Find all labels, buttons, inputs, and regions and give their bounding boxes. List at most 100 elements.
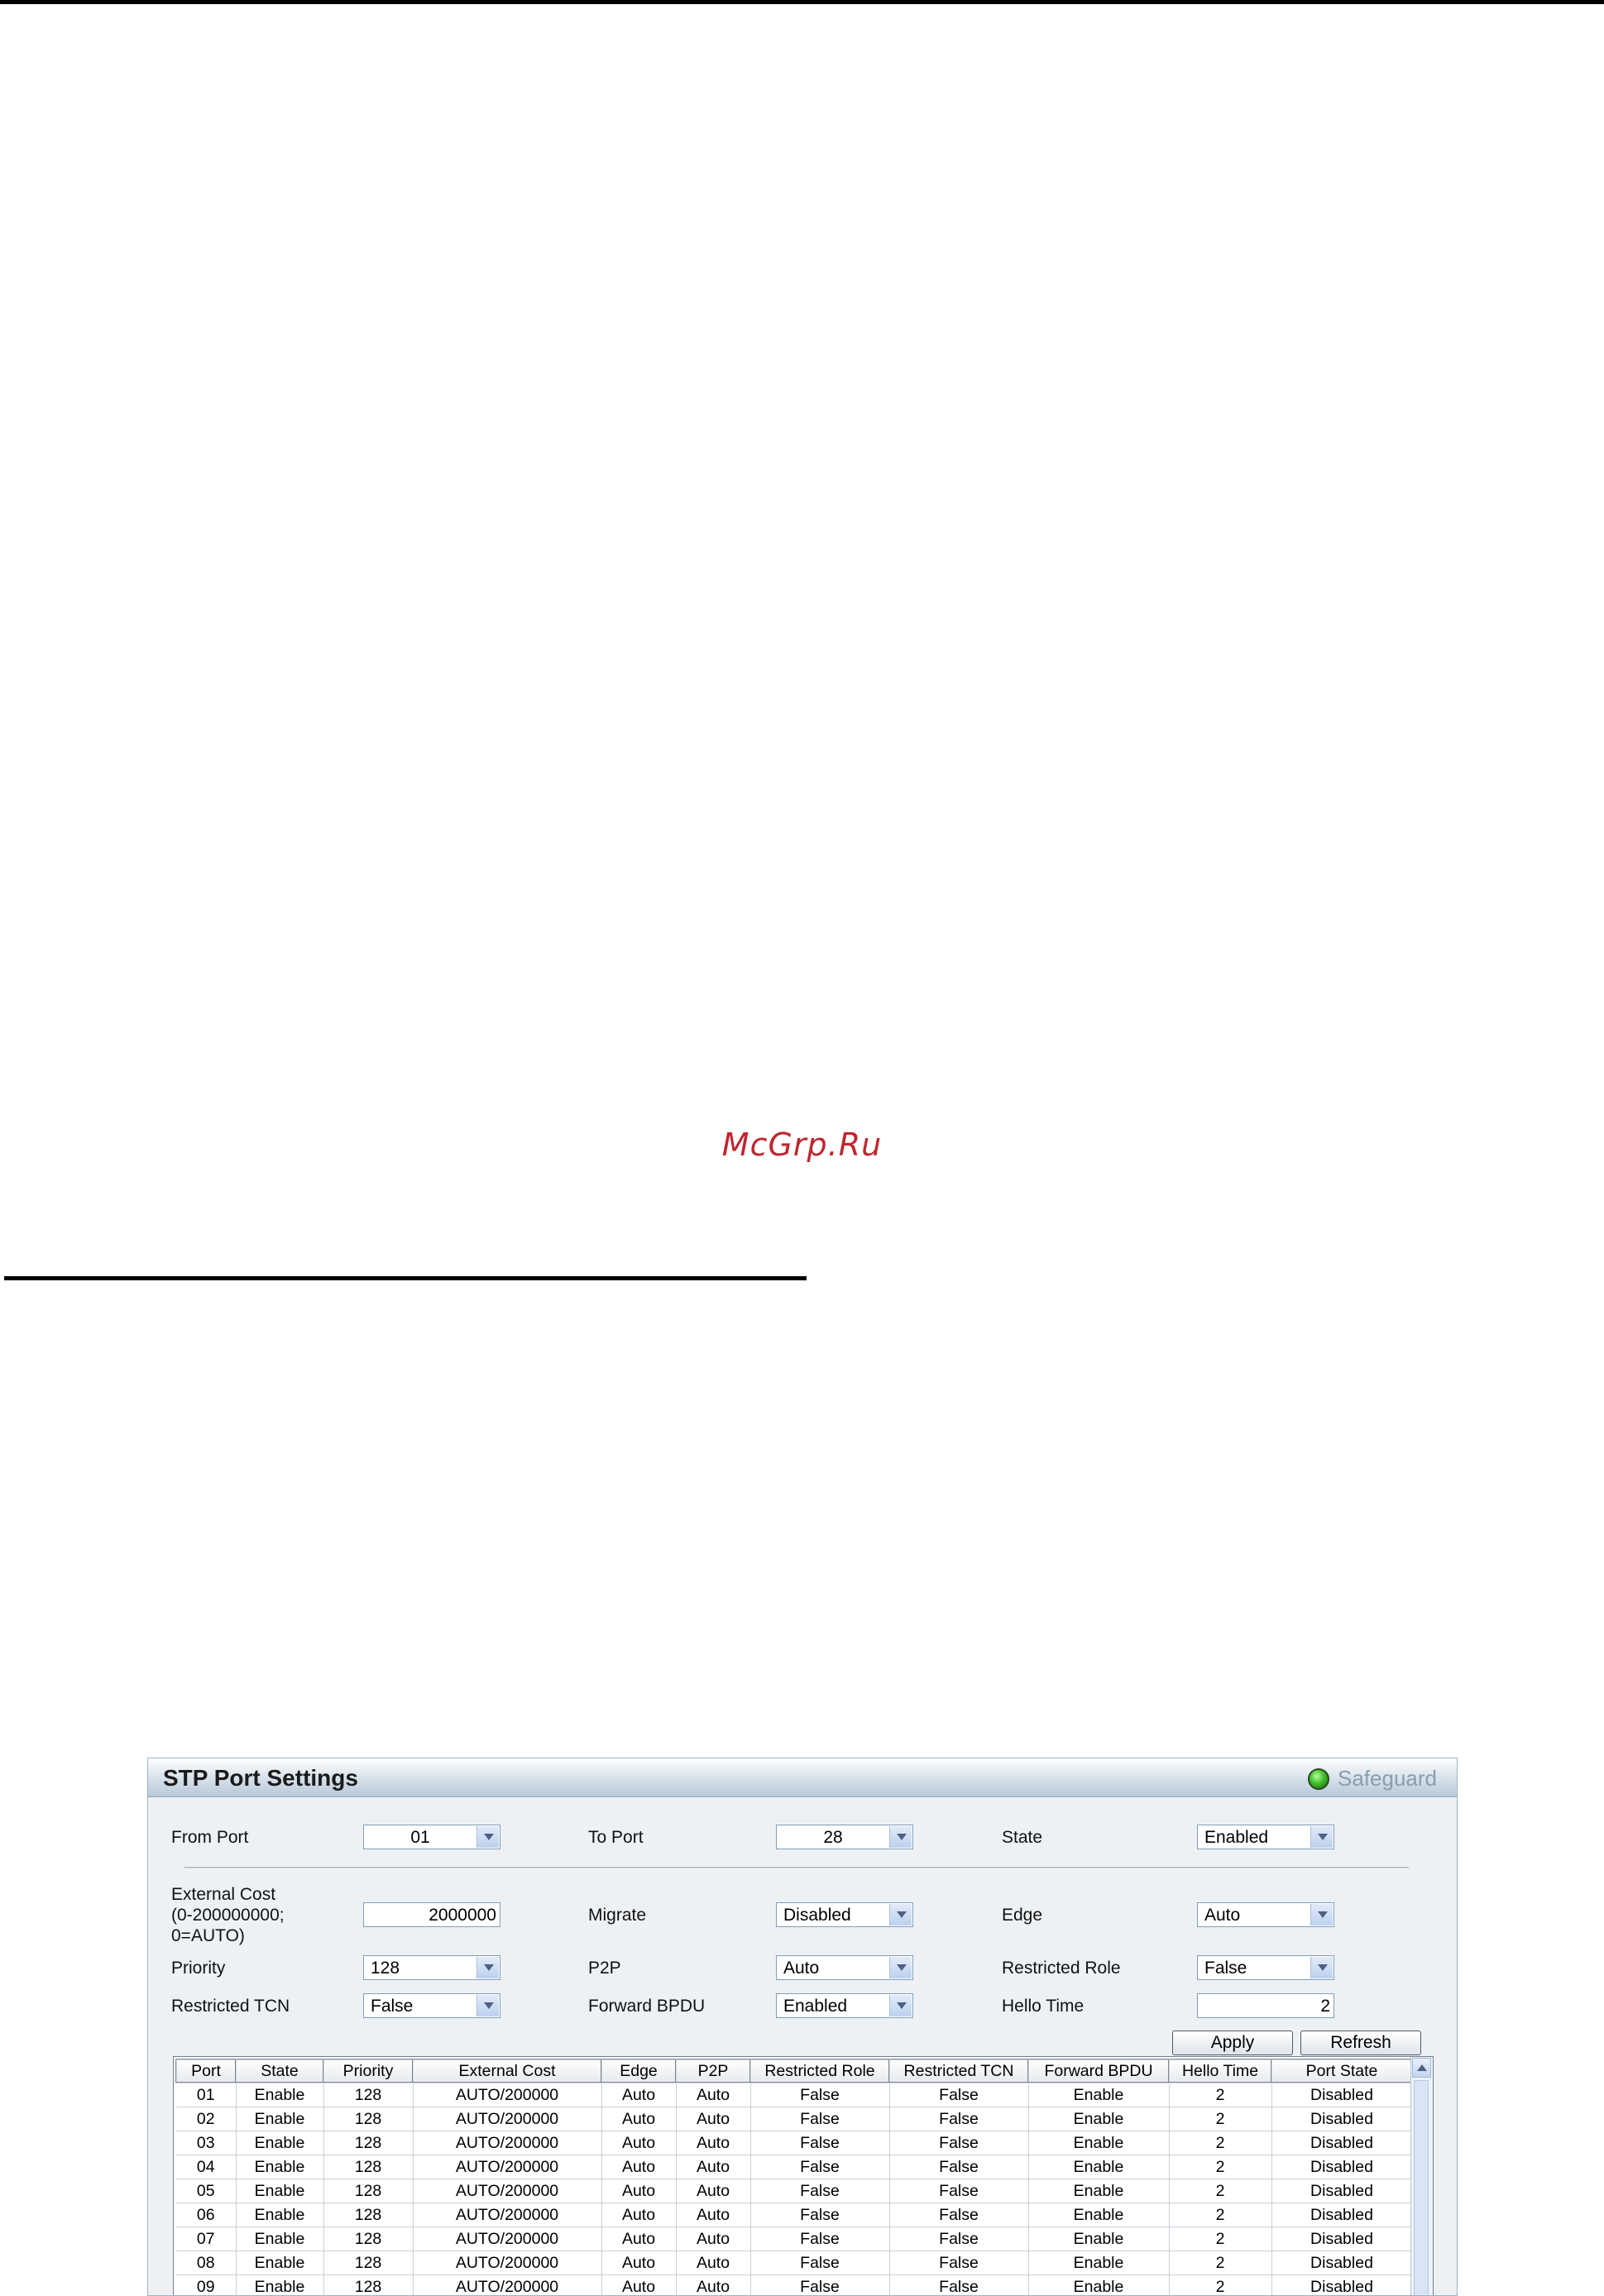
table-cell: 128 <box>323 2203 413 2227</box>
table-cell: False <box>889 2203 1028 2227</box>
chevron-down-icon[interactable] <box>476 1826 499 1848</box>
table-cell: 128 <box>323 2131 413 2155</box>
chevron-down-icon[interactable] <box>1310 1826 1333 1848</box>
table-cell: Enable <box>236 2107 323 2131</box>
migrate-value: Disabled <box>783 1906 851 1925</box>
table-cell: False <box>750 2227 889 2251</box>
table-row: 03Enable128AUTO/200000AutoAutoFalseFalse… <box>176 2131 1412 2155</box>
column-header-priority[interactable]: Priority <box>323 2059 413 2083</box>
edge-label: Edge <box>1002 1905 1042 1925</box>
table-cell: Enable <box>236 2251 323 2275</box>
table-cell: False <box>889 2083 1028 2107</box>
column-header-external-cost[interactable]: External Cost <box>413 2059 601 2083</box>
column-header-hello-time[interactable]: Hello Time <box>1169 2059 1271 2083</box>
table-body: 01Enable128AUTO/200000AutoAutoFalseFalse… <box>176 2083 1412 2296</box>
restricted-role-select[interactable]: False <box>1197 1955 1334 1980</box>
column-header-edge[interactable]: Edge <box>601 2059 676 2083</box>
chevron-down-icon[interactable] <box>1310 1904 1333 1925</box>
column-header-port-state[interactable]: Port State <box>1271 2059 1412 2083</box>
from-port-select[interactable]: 01 <box>363 1825 500 1849</box>
table-cell: 128 <box>323 2227 413 2251</box>
section-rule <box>4 1276 807 1280</box>
table-cell: Enable <box>1028 2107 1169 2131</box>
table-cell: Auto <box>676 2227 750 2251</box>
table-cell: AUTO/200000 <box>413 2203 601 2227</box>
table-row: 01Enable128AUTO/200000AutoAutoFalseFalse… <box>176 2083 1412 2107</box>
table-cell: Enable <box>1028 2275 1169 2296</box>
table-cell: Auto <box>676 2251 750 2275</box>
table-row: 08Enable128AUTO/200000AutoAutoFalseFalse… <box>176 2251 1412 2275</box>
refresh-button[interactable]: Refresh <box>1300 2031 1421 2055</box>
table-cell: False <box>750 2203 889 2227</box>
table-cell: False <box>750 2107 889 2131</box>
table-cell: False <box>750 2275 889 2296</box>
table-cell: Auto <box>676 2107 750 2131</box>
table-scrollbar[interactable] <box>1410 2057 1433 2296</box>
table-cell: Enable <box>1028 2083 1169 2107</box>
chevron-down-icon[interactable] <box>476 1957 499 1978</box>
migrate-select[interactable]: Disabled <box>776 1902 913 1927</box>
table-row: 05Enable128AUTO/200000AutoAutoFalseFalse… <box>176 2179 1412 2203</box>
column-header-restricted-tcn[interactable]: Restricted TCN <box>889 2059 1028 2083</box>
watermark: McGrp.Ru <box>0 1126 1604 1163</box>
table-cell: AUTO/200000 <box>413 2155 601 2179</box>
table-cell: Auto <box>676 2155 750 2179</box>
chevron-down-icon[interactable] <box>889 1995 912 2016</box>
table-cell: Auto <box>676 2275 750 2296</box>
table-cell: 128 <box>323 2275 413 2296</box>
edge-select[interactable]: Auto <box>1197 1902 1334 1927</box>
table-cell: Disabled <box>1271 2131 1412 2155</box>
column-header-forward-bpdu[interactable]: Forward BPDU <box>1028 2059 1169 2083</box>
table-cell: Auto <box>601 2251 676 2275</box>
port-table: Port State Priority External Cost Edge P… <box>175 2059 1413 2296</box>
status-led-icon <box>1308 1768 1329 1790</box>
safeguard-indicator: Safeguard <box>1308 1766 1437 1791</box>
restricted-tcn-select[interactable]: False <box>363 1993 500 2018</box>
table-row: 07Enable128AUTO/200000AutoAutoFalseFalse… <box>176 2227 1412 2251</box>
chevron-down-icon[interactable] <box>889 1826 912 1848</box>
priority-select[interactable]: 128 <box>363 1955 500 1980</box>
scroll-track[interactable] <box>1414 2080 1429 2296</box>
table-cell: 128 <box>323 2107 413 2131</box>
table-cell: Auto <box>601 2275 676 2296</box>
column-header-p2p[interactable]: P2P <box>676 2059 750 2083</box>
table-cell: Disabled <box>1271 2107 1412 2131</box>
table-cell: 2 <box>1169 2155 1271 2179</box>
external-cost-input[interactable]: 2000000 <box>363 1902 500 1927</box>
chevron-down-icon[interactable] <box>476 1995 499 2016</box>
to-port-select[interactable]: 28 <box>776 1825 913 1849</box>
table-cell: 128 <box>323 2155 413 2179</box>
chevron-down-icon[interactable] <box>889 1957 912 1978</box>
table-cell: 2 <box>1169 2275 1271 2296</box>
to-port-value: 28 <box>777 1828 889 1848</box>
table-cell: Auto <box>601 2083 676 2107</box>
column-header-restricted-role[interactable]: Restricted Role <box>750 2059 889 2083</box>
table-cell: Disabled <box>1271 2203 1412 2227</box>
forward-bpdu-select[interactable]: Enabled <box>776 1993 913 2018</box>
table-cell: False <box>889 2179 1028 2203</box>
chevron-down-icon[interactable] <box>1310 1957 1333 1978</box>
apply-button[interactable]: Apply <box>1172 2031 1293 2055</box>
chevron-down-icon[interactable] <box>889 1904 912 1925</box>
hello-time-label: Hello Time <box>1002 1996 1084 2016</box>
table-cell: Enable <box>1028 2131 1169 2155</box>
from-port-label: From Port <box>171 1827 248 1848</box>
table-cell: Enable <box>236 2083 323 2107</box>
from-port-value: 01 <box>364 1828 476 1848</box>
p2p-value: Auto <box>783 1959 819 1978</box>
table-cell: False <box>889 2107 1028 2131</box>
restricted-tcn-label: Restricted TCN <box>171 1996 290 2016</box>
scroll-up-icon[interactable] <box>1412 2058 1431 2078</box>
column-header-port[interactable]: Port <box>176 2059 236 2083</box>
hello-time-input[interactable]: 2 <box>1197 1993 1334 2018</box>
table-cell: AUTO/200000 <box>413 2131 601 2155</box>
state-select[interactable]: Enabled <box>1197 1825 1334 1849</box>
p2p-select[interactable]: Auto <box>776 1955 913 1980</box>
table-cell: False <box>889 2227 1028 2251</box>
to-port-label: To Port <box>588 1827 644 1848</box>
migrate-label: Migrate <box>588 1905 646 1925</box>
table-cell: Disabled <box>1271 2155 1412 2179</box>
table-cell: 04 <box>176 2155 236 2179</box>
column-header-state[interactable]: State <box>236 2059 323 2083</box>
page-title: STP Port Settings <box>163 1765 358 1791</box>
